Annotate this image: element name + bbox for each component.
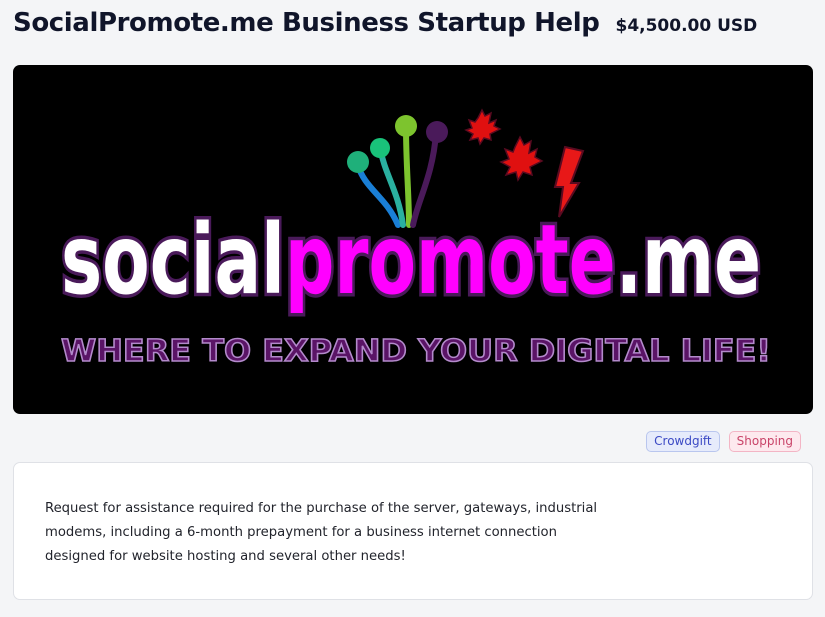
tag-list: Crowdgift Shopping <box>646 431 801 452</box>
tag-crowdgift[interactable]: Crowdgift <box>646 431 720 452</box>
banner-tagline: WHERE TO EXPAND YOUR DIGITAL LIFE! <box>61 334 771 369</box>
description-text: Request for assistance required for the … <box>45 501 598 564</box>
logo-me: .me <box>616 204 761 316</box>
page-title: SocialPromote.me Business Startup Help <box>13 8 600 38</box>
banner-image: socialpromote.me WHERE TO EXPAND YOUR DI… <box>13 65 813 414</box>
maple-leaf-icon <box>464 108 544 182</box>
logo-promote: promote <box>285 204 616 316</box>
description-card: Request for assistance required for the … <box>13 462 813 600</box>
logo-social: social <box>61 204 285 316</box>
price-label: $4,500.00 USD <box>615 16 758 36</box>
tag-shopping[interactable]: Shopping <box>728 431 801 452</box>
page-header: SocialPromote.me Business Startup Help $… <box>13 8 757 38</box>
banner-logo: socialpromote.me WHERE TO EXPAND YOUR DI… <box>58 108 772 370</box>
svg-text:socialpromote.me: socialpromote.me <box>61 204 761 316</box>
